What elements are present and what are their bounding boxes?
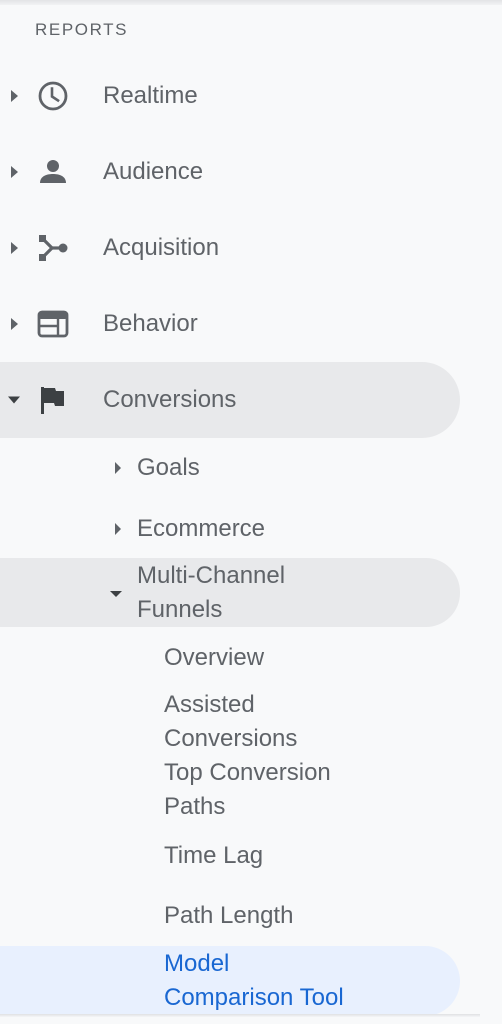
section-title-reports: REPORTS [35,20,129,39]
sidebar-leaf-label-line2: Comparison Tool [164,984,344,1011]
caret-right-icon[interactable] [11,90,18,102]
sidebar-leaf-label: Path Length [164,902,294,929]
caret-down-icon[interactable] [110,591,122,597]
sidebar-leaf-assisted-conversions[interactable]: Assisted Conversions [0,688,460,756]
behavior-icon [37,308,69,340]
sidebar-leaf-time-lag[interactable]: Time Lag [0,838,460,876]
flag-icon [37,384,69,416]
sidebar-item-acquisition[interactable]: Acquisition [0,210,460,286]
sidebar-leaf-label: Time Lag [164,842,264,869]
acquisition-icon [37,232,69,264]
sidebar-item-label: Acquisition [103,234,220,261]
sidebar-leaf-path-length[interactable]: Path Length [0,898,460,936]
sidebar-leaf-label-line1: Model [164,950,230,977]
caret-right-icon[interactable] [11,242,18,254]
sidebar-subitem-label-line2: Funnels [137,596,223,623]
bottom-divider [0,1014,480,1017]
sidebar-leaf-label-line1: Assisted [164,691,255,718]
sidebar-leaf-label-line2: Conversions [164,725,298,752]
caret-right-icon[interactable] [11,166,18,178]
sidebar-leaf-label: Overview [164,644,265,671]
sidebar-item-label: Conversions [103,386,237,413]
sidebar-subitem-multi-channel-funnels[interactable]: Multi-Channel Funnels [0,558,460,627]
caret-down-icon[interactable] [8,396,20,404]
sidebar-item-label: Realtime [103,82,198,109]
sidebar-item-conversions[interactable]: Conversions [0,362,460,438]
reports-sidebar: REPORTS Realtime Audience Acquisition Be… [0,0,502,1024]
sidebar-subitem-label: Goals [137,454,200,481]
sidebar-item-label: Behavior [103,310,198,337]
sidebar-item-audience[interactable]: Audience [0,134,460,210]
sidebar-leaf-label-line2: Paths [164,793,226,820]
sidebar-subitem-label-line1: Multi-Channel [137,562,286,589]
sidebar-item-label: Audience [103,158,204,185]
caret-right-icon[interactable] [115,523,121,535]
sidebar-item-realtime[interactable]: Realtime [0,58,460,134]
sidebar-leaf-label-line1: Top Conversion [164,759,331,786]
sidebar-subitem-goals[interactable]: Goals [0,440,460,496]
person-icon [37,156,69,188]
sidebar-subitem-label: Ecommerce [137,515,266,542]
sidebar-subitem-ecommerce[interactable]: Ecommerce [0,501,460,557]
sidebar-leaf-overview[interactable]: Overview [0,640,460,678]
caret-right-icon[interactable] [11,318,18,330]
sidebar-leaf-model-comparison-tool[interactable]: Model Comparison Tool [0,946,460,1016]
caret-right-icon[interactable] [115,462,121,474]
sidebar-leaf-top-conversion-paths[interactable]: Top Conversion Paths [0,756,460,824]
sidebar-item-behavior[interactable]: Behavior [0,286,460,362]
clock-icon [37,80,69,112]
